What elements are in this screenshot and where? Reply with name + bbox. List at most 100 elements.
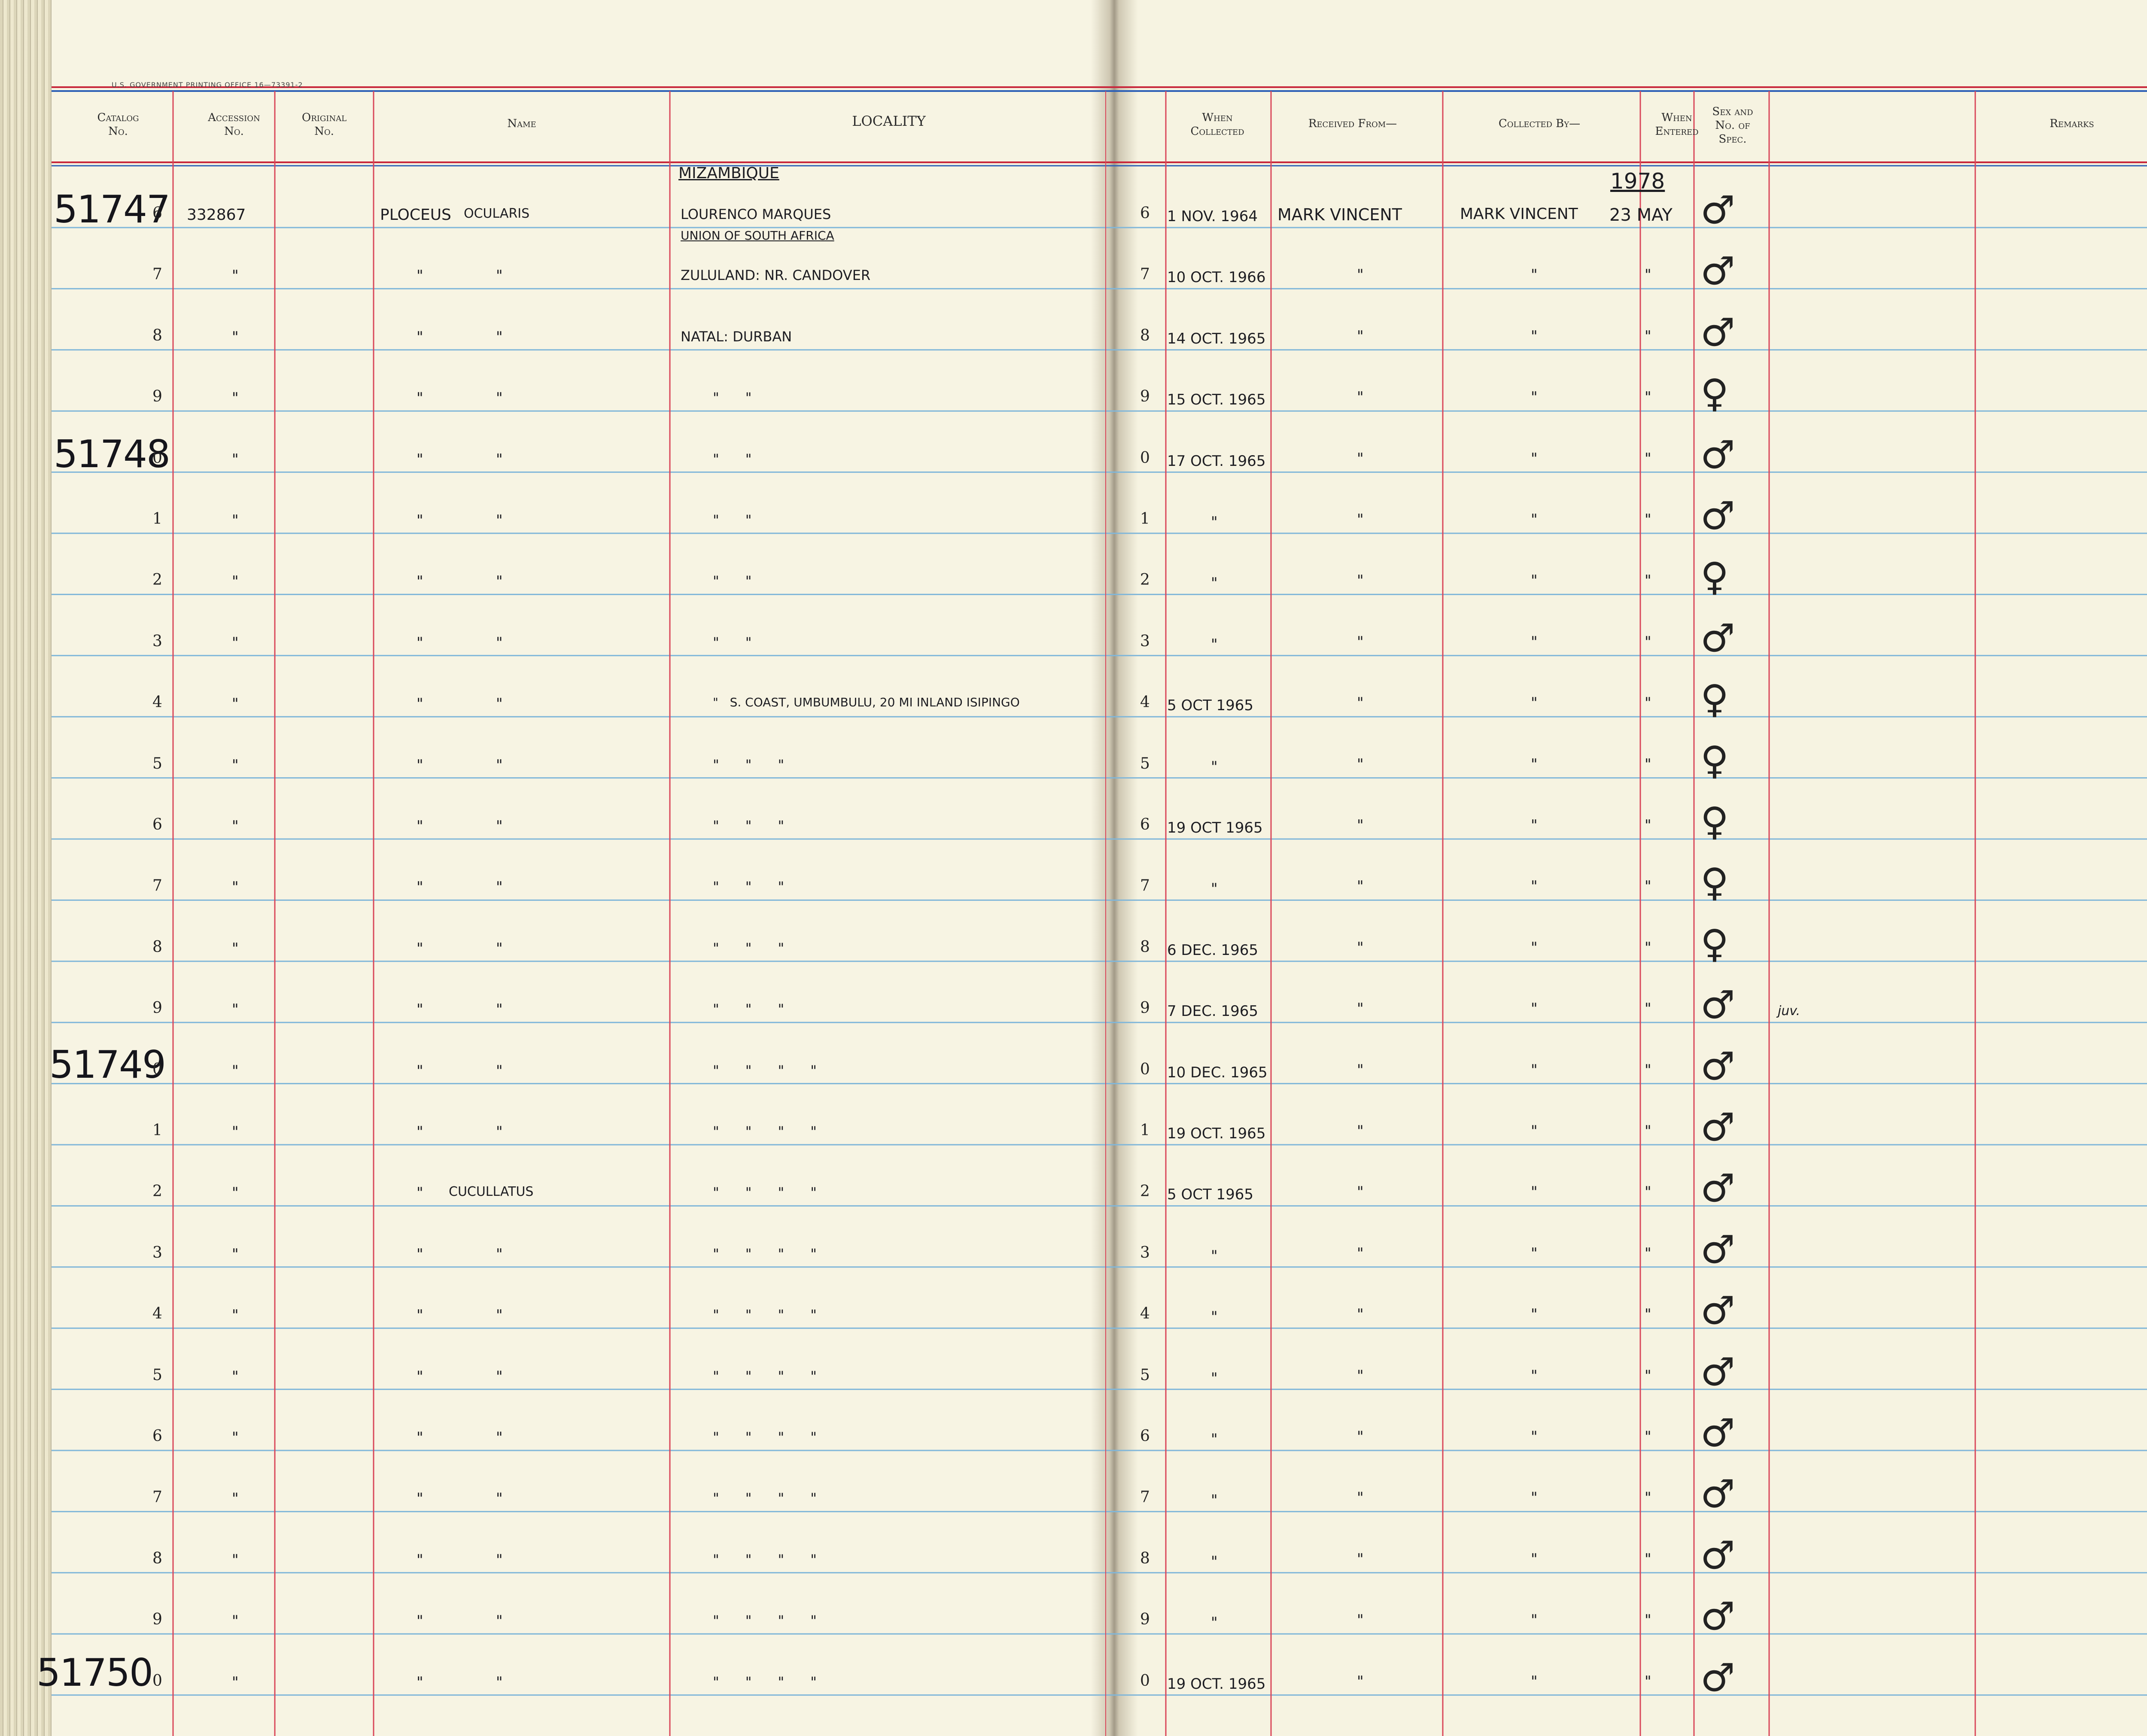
received-from: " [1357,511,1364,528]
accession-no: " [232,1245,239,1263]
name-species: " [496,328,503,346]
name-genus: PLOCEUS [380,206,451,224]
received-from: " [1357,1244,1364,1262]
name-genus: " [417,1612,423,1630]
locality-text: NATAL: DURBAN [681,328,792,345]
when-collected: 6 DEC. 1965 [1167,941,1258,959]
locality-text: " " " " [713,1551,817,1568]
row-digit-right: 6 [1140,816,1150,833]
row-digit-right: 9 [1140,388,1150,406]
name-species: " [496,1673,503,1691]
sex-symbol: ♀ [1700,738,1729,783]
collected-by: " [1531,817,1538,834]
when-entered: " [1645,327,1651,345]
row-digit: 4 [152,1305,162,1323]
locality-country: MIZAMBIQUE [678,164,779,182]
locality-text: " " " " [713,1245,817,1262]
locality-text: " " " " [713,1062,817,1079]
ledger-book: U.S. GOVERNMENT PRINTING OFFICE 16—73391… [0,0,2147,1736]
row-digit: 0 [152,1060,162,1078]
received-from: " [1357,450,1364,467]
accession-no: " [232,1307,239,1324]
printer-imprint: U.S. GOVERNMENT PRINTING OFFICE 16—73391… [112,81,303,89]
collected-by: " [1531,1122,1538,1140]
sex-symbol: ♀ [1700,860,1729,906]
when-collected: " [1211,880,1218,898]
sex-symbol: ♀ [1700,799,1729,844]
row-digit-right: 0 [1140,1672,1150,1690]
name-species: " [496,450,503,468]
sex-symbol: ♀ [1700,677,1729,722]
when-entered: " [1645,939,1651,956]
row-digit: 6 [152,816,162,833]
collected-by: MARK VINCENT [1460,205,1578,223]
locality-text: " " " [713,756,785,773]
name-species: " [496,512,503,529]
remark-text: juv. [1778,1003,1800,1019]
row-digit-right: 7 [1140,1488,1150,1506]
name-genus: " [417,1245,423,1263]
sex-symbol: ♂ [1700,432,1735,477]
row-digit-right: 1 [1140,510,1150,528]
accession-no: " [232,1673,239,1691]
received-from: " [1357,633,1364,651]
name-species: " [496,1123,503,1140]
when-collected: " [1211,635,1218,653]
locality-text: " " " [713,818,785,834]
locality-text: " " " " [713,1368,817,1384]
row-digit: 9 [152,388,162,406]
name-species: " [496,756,503,774]
name-genus: " [417,1001,423,1018]
locality-text: " " " [713,1001,785,1018]
accession-no: 332867 [187,206,246,224]
name-species: " [496,1001,503,1018]
accession-no: " [232,1490,239,1508]
accession-no: " [232,1062,239,1079]
row-digit: 9 [152,1611,162,1629]
sex-symbol: ♂ [1700,310,1735,355]
locality-text: " " " [713,939,785,956]
sex-symbol: ♂ [1700,1288,1735,1334]
row-digit-right: 4 [1140,1305,1150,1323]
collected-by: " [1531,327,1538,345]
locality-text: " " [713,634,752,651]
received-from: " [1357,1061,1364,1079]
row-digit-right: 7 [1140,877,1150,895]
collected-by: " [1531,1061,1538,1079]
row-digit: 5 [152,754,162,772]
when-entered: " [1645,1428,1651,1445]
name-species: " [496,939,503,957]
name-species: " [496,573,503,590]
row-digit: 2 [152,571,162,589]
accession-no: " [232,267,239,285]
sex-symbol: ♂ [1700,1594,1735,1639]
name-genus: " [417,450,423,468]
row-digit: 1 [152,510,162,528]
when-collected: 19 OCT. 1965 [1167,1675,1266,1693]
when-entered: " [1645,817,1651,834]
collected-by: " [1531,1550,1538,1568]
accession-no: " [232,695,239,713]
accession-no: " [232,1001,239,1018]
collected-by: " [1531,878,1538,895]
name-genus: " [417,939,423,957]
when-collected: 14 OCT. 1965 [1167,330,1266,347]
row-digit: 5 [152,1366,162,1384]
when-collected: 19 OCT 1965 [1167,819,1263,836]
row-digit: 0 [152,1672,162,1690]
received-from: " [1357,1306,1364,1323]
when-entered: " [1645,450,1651,467]
sex-symbol: ♂ [1700,1655,1735,1700]
when-collected: 10 OCT. 1966 [1167,269,1266,286]
locality-text: " " [713,573,752,590]
collected-by: " [1531,1428,1538,1445]
sex-symbol: ♂ [1700,1043,1735,1089]
when-entered: " [1645,1367,1651,1384]
name-genus: " [417,1551,423,1569]
sex-symbol: ♂ [1700,188,1735,233]
collected-by: " [1531,572,1538,590]
name-genus: " [417,1490,423,1508]
when-entered: " [1645,1306,1651,1323]
locality-text: " " [713,450,752,467]
when-entered: " [1645,878,1651,895]
